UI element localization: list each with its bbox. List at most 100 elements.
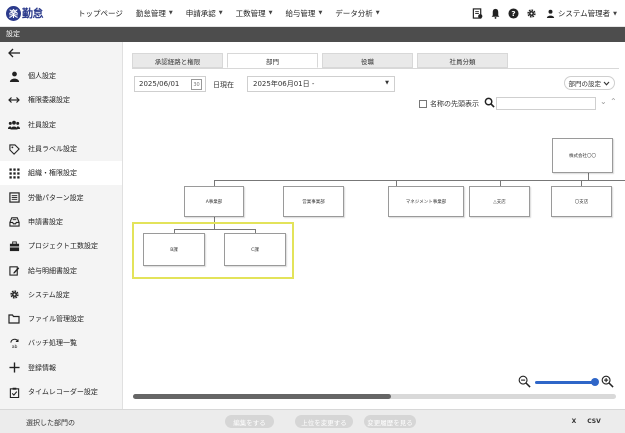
user-menu[interactable]: システム管理者 ▼: [546, 8, 617, 19]
sidebar-item-label: ファイル管理設定: [28, 315, 84, 324]
org-node-label: マネジメント事業部: [405, 199, 447, 205]
zoom-slider[interactable]: [535, 381, 595, 384]
caret-down-icon: ▼: [375, 10, 380, 16]
sidebar-item-label: バッチ処理一覧: [28, 339, 77, 348]
excel-label: X: [571, 418, 577, 425]
arrow-left-icon: [8, 48, 20, 58]
zoom-out-icon[interactable]: [518, 375, 531, 388]
caret-down-icon: ▼: [168, 10, 173, 16]
nav-label: 申請承認: [185, 8, 216, 18]
sidebar-item-delegation[interactable]: 権限委譲設定: [0, 88, 122, 112]
project-icon: [8, 240, 20, 252]
tag-icon: [8, 143, 20, 155]
nav-label: データ分析: [335, 8, 373, 18]
top-navbar: 楽 勤怠 トップページ 勤怠管理 ▼ 申請承認 ▼ 工数管理 ▼ 給与管理 ▼ データ分…: [0, 0, 625, 27]
top-icons: ? システム管理者 ▼: [468, 0, 617, 27]
org-node[interactable]: 営業事業部: [283, 186, 344, 217]
sidebar-item-work-pattern[interactable]: 労働パターン設定: [0, 185, 122, 209]
nav-workload[interactable]: 工数管理 ▼: [236, 8, 273, 19]
edit-button[interactable]: 編集をする: [225, 415, 274, 428]
sidebar-item-project[interactable]: プロジェクト工数設定: [0, 234, 122, 258]
sidebar-item-label: 給与明細書設定: [28, 266, 77, 275]
sidebar-item-time-recorder[interactable]: タイムレコーダー設定: [0, 380, 122, 404]
sidebar-item-file[interactable]: ファイル管理設定: [0, 307, 122, 331]
sidebar-item-employee[interactable]: 社員設定: [0, 113, 122, 137]
org-node[interactable]: △支店: [469, 186, 530, 217]
footer-bar: 選択した部門の 編集をする 上位を変更する 変更履歴を見る X CSV: [0, 409, 625, 433]
org-node-label: △支店: [493, 199, 506, 205]
sidebar-item-batch[interactable]: ab バッチ処理一覧: [0, 331, 122, 355]
sidebar: 個人設定 権限委譲設定 社員設定 社員ラベル設定 組織・権限設定 労働パターン設…: [0, 42, 123, 409]
main-nav: トップページ 勤怠管理 ▼ 申請承認 ▼ 工数管理 ▼ 給与管理 ▼ データ分析 ▼: [78, 8, 393, 19]
svg-text:ab: ab: [11, 344, 17, 349]
sidebar-item-personal[interactable]: 個人設定: [0, 64, 122, 88]
arrows-icon: [8, 94, 20, 106]
sidebar-item-system[interactable]: システム設定: [0, 283, 122, 307]
gear-icon[interactable]: [523, 5, 540, 22]
org-node[interactable]: 〇支店: [551, 186, 612, 217]
horizontal-scrollbar[interactable]: [133, 394, 616, 399]
sidebar-item-label: タイムレコーダー設定: [28, 388, 98, 396]
change-parent-button[interactable]: 上位を変更する: [295, 415, 353, 428]
org-node[interactable]: A事業部: [184, 186, 244, 217]
highlight-box: [132, 222, 294, 279]
org-chart: 株式会社〇〇 A事業部 営業事業部 マネジメント事業部 △支店 〇支店 B課 C…: [124, 42, 625, 409]
folder-icon: [8, 313, 20, 325]
nav-approval[interactable]: 申請承認 ▼: [186, 8, 223, 19]
sidebar-item-label: 社員ラベル設定: [28, 145, 77, 154]
sidebar-item-label: 登録情報: [28, 363, 56, 372]
caret-down-icon: ▼: [318, 10, 323, 16]
sidebar-item-label: 個人設定: [28, 72, 56, 81]
sidebar-item-employee-label[interactable]: 社員ラベル設定: [0, 137, 122, 161]
org-node-label: 〇支店: [574, 199, 589, 205]
selected-dept-label: 選択した部門の: [26, 419, 75, 427]
user-name: システム管理者: [557, 9, 611, 18]
edit-doc-icon: [8, 265, 20, 277]
org-node-label: 営業事業部: [302, 199, 325, 205]
excel-export-icon[interactable]: X: [567, 415, 581, 428]
nav-attendance[interactable]: 勤怠管理 ▼: [136, 8, 173, 19]
logo-text: 勤怠: [22, 7, 44, 20]
svg-text:?: ?: [511, 9, 515, 18]
nav-analytics[interactable]: データ分析 ▼: [335, 8, 379, 19]
clipboard-icon: [8, 386, 20, 398]
tray-icon: [8, 216, 20, 228]
org-node-root[interactable]: 株式会社〇〇: [552, 138, 613, 173]
list-icon: [8, 192, 20, 204]
zoom-slider-handle[interactable]: [591, 378, 599, 386]
sidebar-item-payslip[interactable]: 給与明細書設定: [0, 258, 122, 282]
caret-down-icon: ▼: [268, 10, 273, 16]
nav-label: 勤怠管理: [135, 8, 166, 18]
bell-icon[interactable]: [487, 5, 504, 22]
sidebar-item-label: 申請書設定: [28, 217, 63, 226]
scrollbar-thumb[interactable]: [133, 394, 391, 399]
report-icon[interactable]: [469, 5, 486, 22]
org-grid-icon: [8, 167, 20, 179]
nav-label: 工数管理: [235, 8, 266, 18]
back-button[interactable]: [0, 42, 122, 64]
help-icon[interactable]: ?: [505, 5, 522, 22]
sidebar-item-application[interactable]: 申請書設定: [0, 210, 122, 234]
sidebar-item-label: 権限委譲設定: [28, 96, 70, 105]
connector: [214, 180, 625, 181]
person-icon: [8, 70, 20, 82]
plus-icon: [8, 362, 20, 374]
logo-mark: 楽: [6, 5, 21, 21]
nav-top-page[interactable]: トップページ: [78, 8, 123, 19]
main-content: 承認経路と権限 部門 役職 社員分類 2025/06/01 30 日現在 202…: [124, 42, 625, 409]
caret-down-icon: ▼: [613, 10, 617, 17]
sidebar-item-registration[interactable]: 登録情報: [0, 356, 122, 380]
nav-label: トップページ: [78, 8, 123, 18]
sidebar-item-org[interactable]: 組織・権限設定: [0, 161, 122, 186]
page-title: 設定: [0, 27, 625, 42]
csv-export-icon[interactable]: CSV: [585, 415, 603, 428]
caret-down-icon: ▼: [218, 10, 223, 16]
sidebar-item-label: 社員設定: [28, 120, 56, 129]
app-logo[interactable]: 楽 勤怠: [6, 5, 78, 21]
sidebar-item-label: プロジェクト工数設定: [28, 242, 98, 251]
zoom-in-icon[interactable]: [601, 375, 614, 388]
org-node[interactable]: マネジメント事業部: [388, 186, 464, 217]
nav-payroll[interactable]: 給与管理 ▼: [285, 8, 322, 19]
gear-icon: [8, 289, 20, 301]
history-button[interactable]: 変更履歴を見る: [364, 415, 416, 428]
